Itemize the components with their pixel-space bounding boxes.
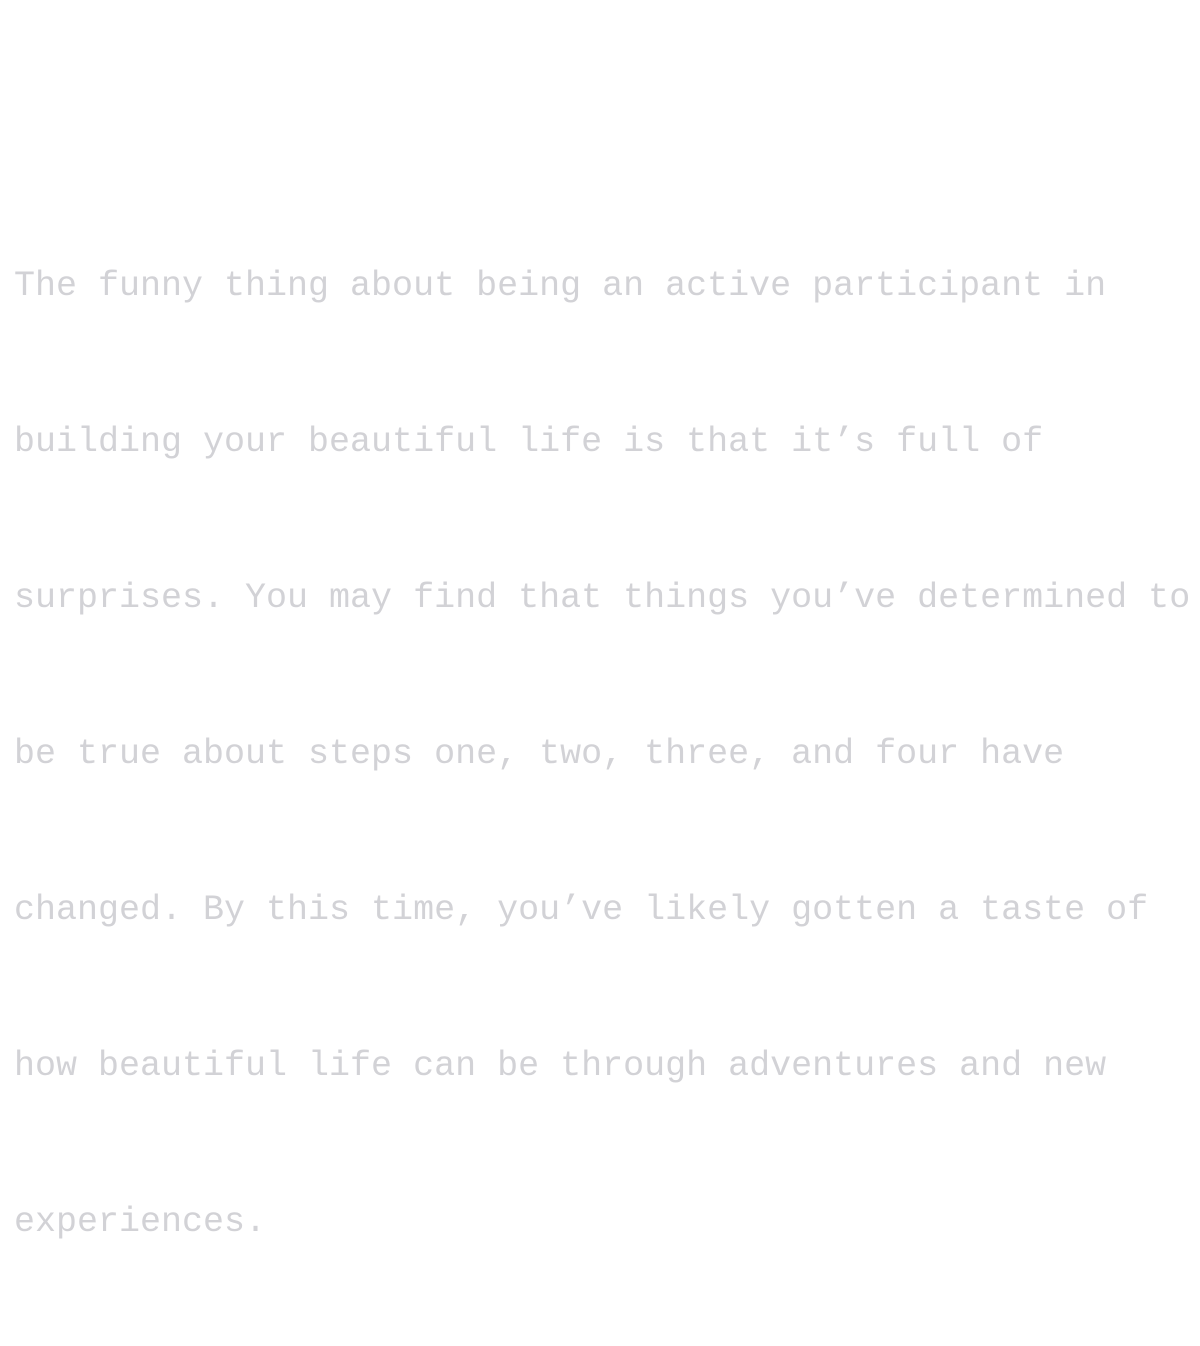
- text-line: surprises. You may find that things you’…: [14, 578, 1191, 618]
- text-line: The funny thing about being an active pa…: [14, 266, 1107, 306]
- document-body[interactable]: The funny thing about being an active pa…: [14, 0, 1200, 1346]
- text-line: how beautiful life can be through advent…: [14, 1046, 1107, 1086]
- text-line: experiences.: [14, 1202, 267, 1242]
- paragraph-intro[interactable]: The funny thing about being an active pa…: [14, 156, 1200, 1346]
- text-editor-canvas[interactable]: The funny thing about being an active pa…: [0, 0, 1200, 1242]
- text-line: building your beautiful life is that it’…: [14, 422, 1044, 462]
- text-line: be true about steps one, two, three, and…: [14, 734, 1065, 774]
- text-line: changed. By this time, you’ve likely got…: [14, 890, 1149, 930]
